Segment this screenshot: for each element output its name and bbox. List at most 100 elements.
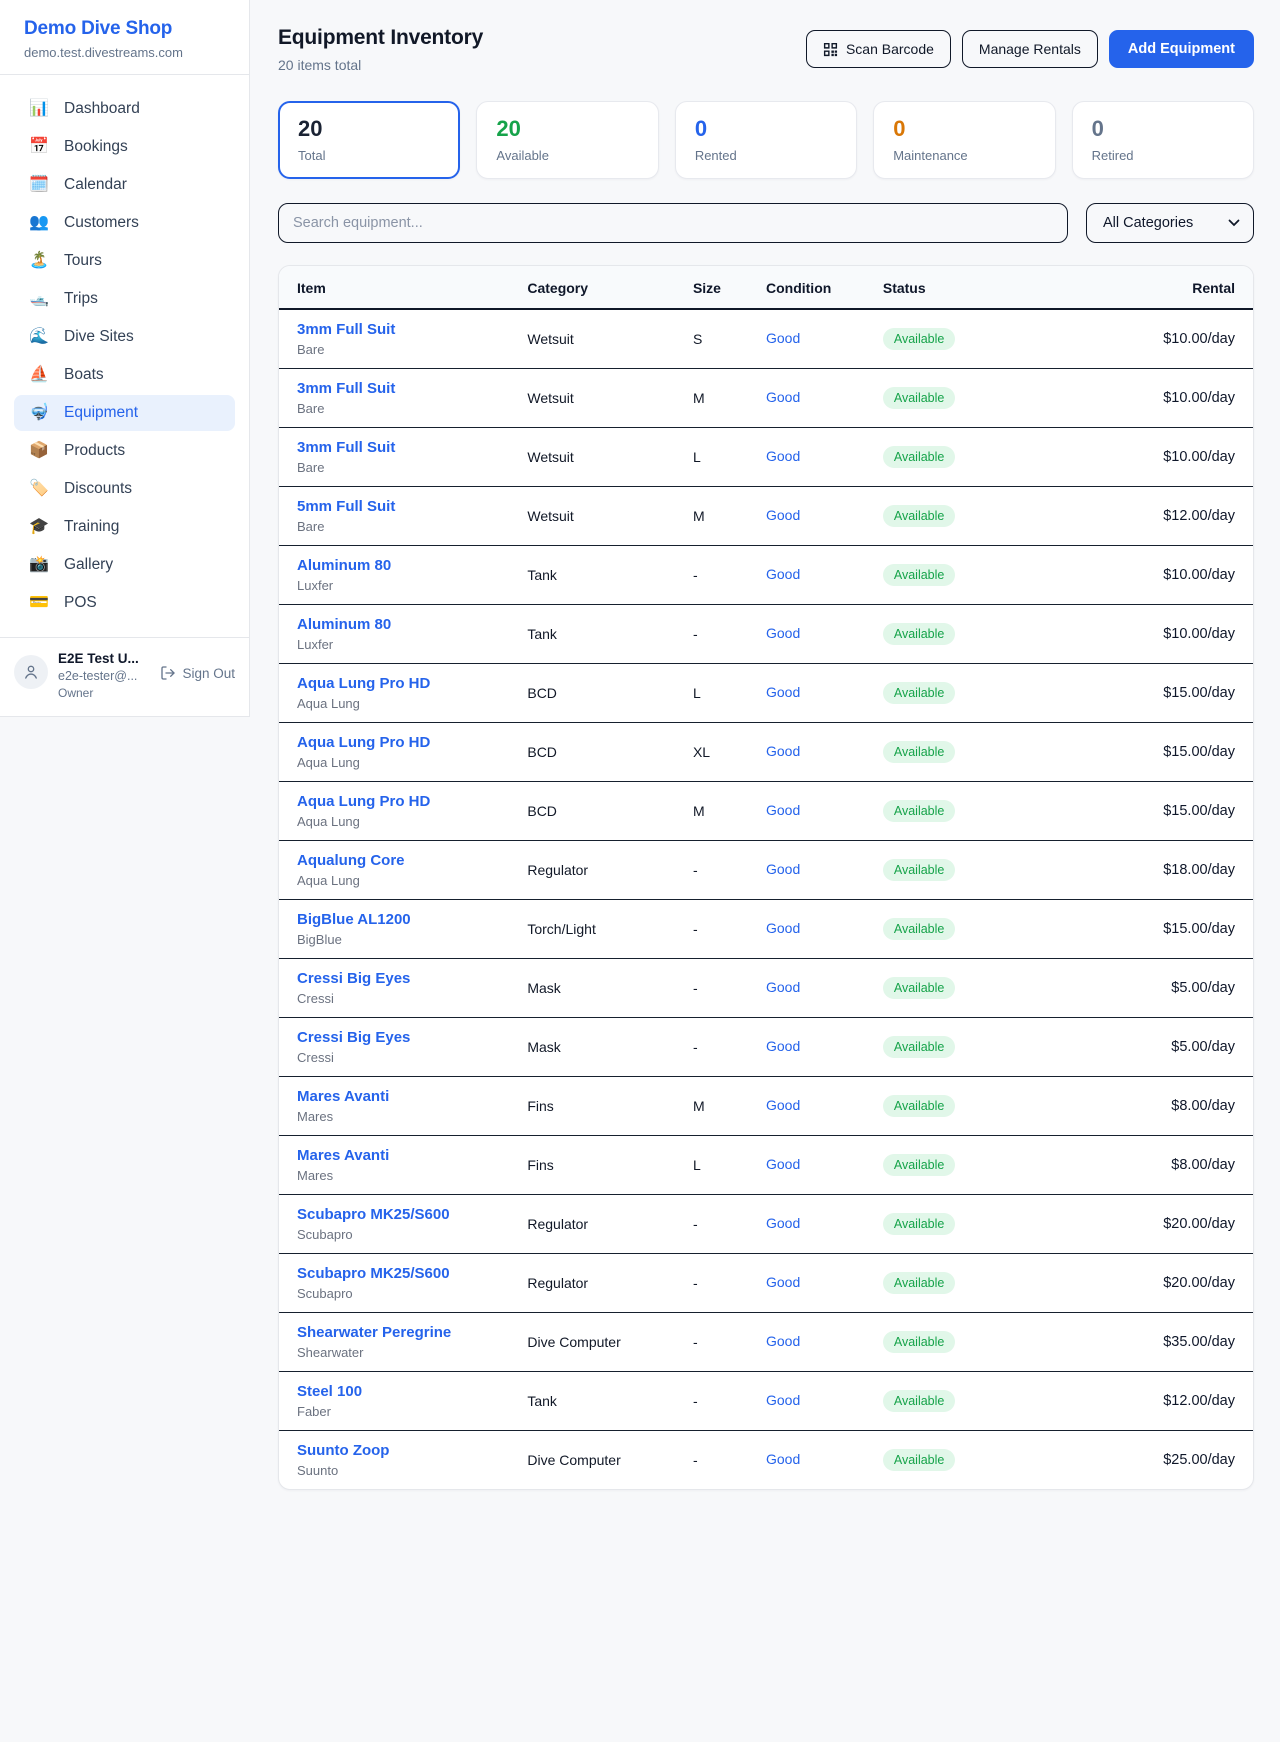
stat-card-retired[interactable]: 0 Retired: [1072, 101, 1254, 179]
condition-link[interactable]: Good: [766, 743, 800, 759]
condition-link[interactable]: Good: [766, 389, 800, 405]
stat-label: Total: [298, 148, 440, 163]
item-name-link[interactable]: Mares Avanti: [297, 1147, 527, 1164]
sidebar-item-customers[interactable]: 👥 Customers: [14, 205, 235, 241]
main-content: Equipment Inventory 20 items total Scan …: [250, 0, 1280, 1530]
stat-card-rented[interactable]: 0 Rented: [675, 101, 857, 179]
condition-link[interactable]: Good: [766, 861, 800, 877]
sidebar-item-tours[interactable]: 🏝️ Tours: [14, 243, 235, 279]
sidebar-item-dive-sites[interactable]: 🌊 Dive Sites: [14, 319, 235, 355]
condition-link[interactable]: Good: [766, 625, 800, 641]
size-cell: L: [693, 664, 766, 723]
manage-rentals-button[interactable]: Manage Rentals: [962, 30, 1098, 68]
item-name-link[interactable]: Scubapro MK25/S600: [297, 1206, 527, 1223]
condition-link[interactable]: Good: [766, 448, 800, 464]
stat-card-available[interactable]: 20 Available: [476, 101, 658, 179]
condition-link[interactable]: Good: [766, 1333, 800, 1349]
stat-label: Available: [496, 148, 638, 163]
status-badge: Available: [883, 741, 956, 763]
sidebar-item-pos[interactable]: 💳 POS: [14, 585, 235, 621]
rental-cell: $25.00/day: [1034, 1431, 1253, 1490]
item-name-link[interactable]: Aluminum 80: [297, 557, 527, 574]
sidebar-item-training[interactable]: 🎓 Training: [14, 509, 235, 545]
condition-link[interactable]: Good: [766, 330, 800, 346]
stat-card-maintenance[interactable]: 0 Maintenance: [873, 101, 1055, 179]
shop-domain: demo.test.divestreams.com: [24, 45, 225, 60]
rental-cell: $10.00/day: [1034, 605, 1253, 664]
sidebar-item-dashboard[interactable]: 📊 Dashboard: [14, 91, 235, 127]
item-name-link[interactable]: Scubapro MK25/S600: [297, 1265, 527, 1282]
item-brand: BigBlue: [297, 932, 527, 947]
item-name-link[interactable]: Aqualung Core: [297, 852, 527, 869]
category-select[interactable]: All Categories: [1086, 203, 1254, 243]
training-grad-cap-icon: 🎓: [28, 519, 50, 535]
table-row: 3mm Full Suit Bare Wetsuit M Good Availa…: [279, 369, 1253, 428]
item-name-link[interactable]: 3mm Full Suit: [297, 439, 527, 456]
table-row: Mares Avanti Mares Fins M Good Available…: [279, 1077, 1253, 1136]
item-name-link[interactable]: Shearwater Peregrine: [297, 1324, 527, 1341]
sign-out-button[interactable]: Sign Out: [160, 665, 235, 681]
item-name-link[interactable]: 3mm Full Suit: [297, 380, 527, 397]
condition-link[interactable]: Good: [766, 802, 800, 818]
sidebar-item-boats[interactable]: ⛵ Boats: [14, 357, 235, 393]
avatar: [14, 655, 48, 689]
item-name-link[interactable]: Cressi Big Eyes: [297, 1029, 527, 1046]
sidebar-item-equipment[interactable]: 🤿 Equipment: [14, 395, 235, 431]
sidebar-item-products[interactable]: 📦 Products: [14, 433, 235, 469]
category-cell: Wetsuit: [527, 369, 693, 428]
stat-card-total[interactable]: 20 Total: [278, 101, 460, 179]
item-brand: Aqua Lung: [297, 696, 527, 711]
sidebar-nav: 📊 Dashboard 📅 Bookings 🗓️ Calendar 👥 Cus…: [0, 75, 249, 627]
category-cell: Wetsuit: [527, 487, 693, 546]
user-info: E2E Test U... e2e-tester@... Owner: [58, 651, 139, 700]
sidebar-item-gallery[interactable]: 📸 Gallery: [14, 547, 235, 583]
item-name-link[interactable]: 3mm Full Suit: [297, 321, 527, 338]
condition-link[interactable]: Good: [766, 920, 800, 936]
bookings-calendar-icon: 📅: [28, 139, 50, 155]
item-name-link[interactable]: Aqua Lung Pro HD: [297, 793, 527, 810]
sidebar-item-bookings[interactable]: 📅 Bookings: [14, 129, 235, 165]
condition-link[interactable]: Good: [766, 1274, 800, 1290]
size-cell: M: [693, 1077, 766, 1136]
item-name-link[interactable]: Cressi Big Eyes: [297, 970, 527, 987]
item-name-link[interactable]: Aqua Lung Pro HD: [297, 734, 527, 751]
status-badge: Available: [883, 1331, 956, 1353]
condition-link[interactable]: Good: [766, 1392, 800, 1408]
condition-link[interactable]: Good: [766, 1215, 800, 1231]
size-cell: -: [693, 1195, 766, 1254]
item-name-link[interactable]: Steel 100: [297, 1383, 527, 1400]
size-cell: L: [693, 428, 766, 487]
search-input[interactable]: [278, 203, 1068, 243]
sidebar-item-label: Equipment: [64, 404, 138, 422]
item-name-link[interactable]: 5mm Full Suit: [297, 498, 527, 515]
condition-link[interactable]: Good: [766, 979, 800, 995]
rental-cell: $8.00/day: [1034, 1136, 1253, 1195]
size-cell: M: [693, 782, 766, 841]
item-name-link[interactable]: Mares Avanti: [297, 1088, 527, 1105]
status-badge: Available: [883, 1213, 956, 1235]
condition-link[interactable]: Good: [766, 1451, 800, 1467]
condition-link[interactable]: Good: [766, 1038, 800, 1054]
item-brand: Aqua Lung: [297, 873, 527, 888]
item-name-link[interactable]: Suunto Zoop: [297, 1442, 527, 1459]
size-cell: -: [693, 1431, 766, 1490]
table-row: Aluminum 80 Luxfer Tank - Good Available…: [279, 546, 1253, 605]
sidebar-item-label: Training: [64, 518, 119, 536]
sidebar-item-discounts[interactable]: 🏷️ Discounts: [14, 471, 235, 507]
condition-link[interactable]: Good: [766, 1097, 800, 1113]
item-brand: Mares: [297, 1109, 527, 1124]
category-select-value: All Categories: [1103, 215, 1193, 231]
sidebar-item-trips[interactable]: 🛥️ Trips: [14, 281, 235, 317]
item-name-link[interactable]: Aluminum 80: [297, 616, 527, 633]
item-name-link[interactable]: Aqua Lung Pro HD: [297, 675, 527, 692]
item-brand: Bare: [297, 460, 527, 475]
scan-barcode-button[interactable]: Scan Barcode: [806, 30, 951, 68]
condition-link[interactable]: Good: [766, 507, 800, 523]
condition-link[interactable]: Good: [766, 684, 800, 700]
condition-link[interactable]: Good: [766, 1156, 800, 1172]
add-equipment-button[interactable]: Add Equipment: [1109, 30, 1254, 68]
item-name-link[interactable]: BigBlue AL1200: [297, 911, 527, 928]
condition-link[interactable]: Good: [766, 566, 800, 582]
category-cell: Tank: [527, 1372, 693, 1431]
sidebar-item-calendar[interactable]: 🗓️ Calendar: [14, 167, 235, 203]
